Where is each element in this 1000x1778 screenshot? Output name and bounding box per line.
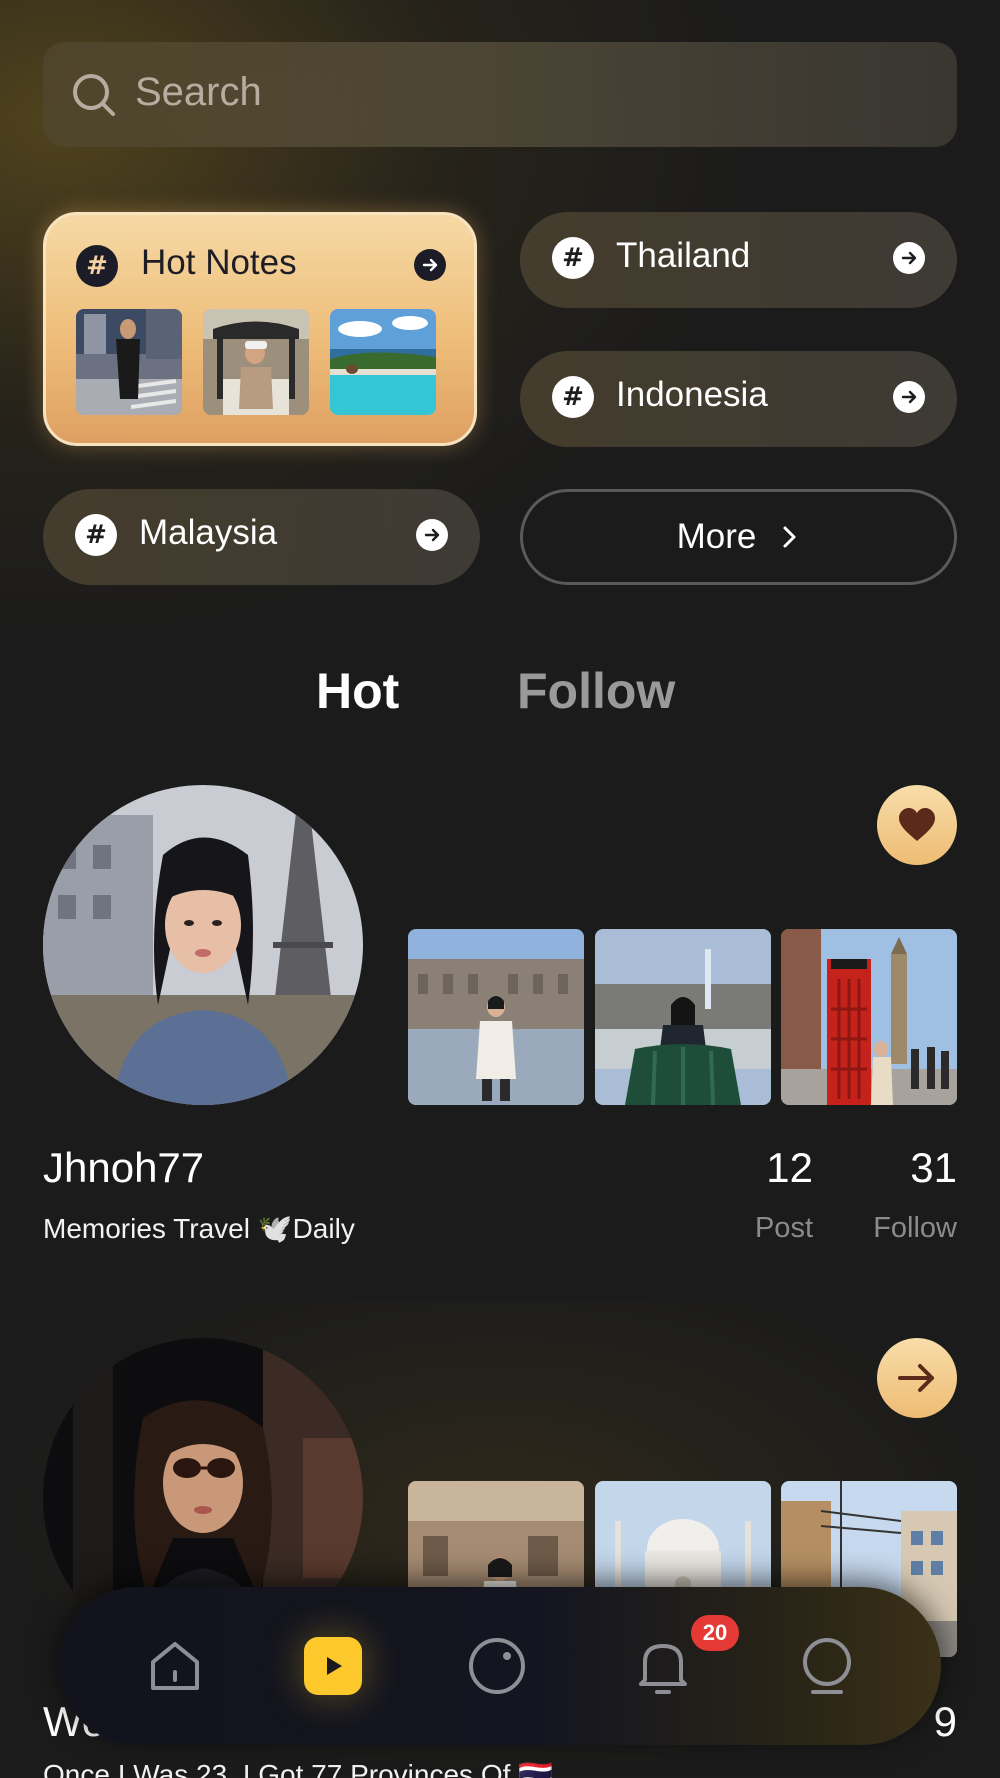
hashtag-icon: #	[552, 376, 594, 418]
post-photo[interactable]	[781, 929, 957, 1105]
post-count: 12	[766, 1144, 813, 1191]
chip-label: Indonesia	[616, 375, 768, 414]
search-bar[interactable]: Search	[43, 42, 957, 147]
post-photo[interactable]	[595, 929, 771, 1105]
arrow-right-icon	[893, 242, 925, 274]
arrow-right-icon[interactable]	[414, 249, 446, 281]
hot-note-thumbnail[interactable]	[203, 309, 309, 415]
tab-follow[interactable]: Follow	[517, 662, 675, 720]
hashtag-icon: #	[75, 514, 117, 556]
chip-thailand[interactable]: # Thailand	[520, 212, 957, 308]
hot-note-thumbnail[interactable]	[76, 309, 182, 415]
arrow-right-icon	[416, 519, 448, 551]
tab-hot[interactable]: Hot	[316, 662, 399, 720]
chip-malaysia[interactable]: # Malaysia	[43, 489, 480, 585]
more-button[interactable]: More	[520, 489, 957, 585]
notification-badge: 20	[691, 1615, 739, 1651]
hot-notes-label: Hot Notes	[141, 243, 297, 282]
chip-label: Thailand	[616, 236, 751, 275]
arrow-right-icon	[898, 1364, 934, 1392]
post-label: Post	[754, 1212, 813, 1244]
profile-icon	[803, 1638, 851, 1694]
nav-notifications[interactable]	[626, 1629, 700, 1703]
discover-icon	[469, 1638, 525, 1694]
bio: Once I Was 23, I Got 77 Provinces Of 🇹🇭	[43, 1759, 554, 1778]
hot-note-thumbnail[interactable]	[330, 309, 436, 415]
chip-label: Malaysia	[139, 513, 278, 552]
open-profile-button[interactable]	[877, 1338, 957, 1418]
search-input[interactable]: Search	[135, 70, 262, 115]
search-icon	[73, 74, 115, 116]
follow-count: 31	[910, 1144, 957, 1191]
chip-indonesia[interactable]: # Indonesia	[520, 351, 957, 447]
post-photo[interactable]	[408, 929, 584, 1105]
nav-home[interactable]	[138, 1629, 212, 1703]
play-icon	[327, 1657, 342, 1675]
more-label: More	[676, 517, 757, 556]
hot-notes-card[interactable]: # Hot Notes	[43, 212, 477, 446]
bell-icon	[639, 1644, 687, 1694]
bio: Memories Travel 🕊️Daily	[43, 1213, 355, 1244]
hashtag-icon: #	[76, 245, 118, 287]
avatar[interactable]	[43, 785, 363, 1105]
home-icon	[151, 1642, 199, 1690]
hashtag-icon: #	[552, 237, 594, 279]
nav-play[interactable]	[296, 1629, 370, 1703]
bottom-nav: 20	[59, 1587, 941, 1745]
username[interactable]: Jhnoh77	[43, 1144, 204, 1192]
nav-profile[interactable]	[790, 1629, 864, 1703]
like-button[interactable]	[877, 785, 957, 865]
heart-icon	[899, 808, 935, 841]
follow-label: Follow	[873, 1212, 957, 1244]
arrow-right-icon	[893, 381, 925, 413]
nav-discover[interactable]	[460, 1629, 534, 1703]
chevron-right-icon	[783, 526, 796, 548]
